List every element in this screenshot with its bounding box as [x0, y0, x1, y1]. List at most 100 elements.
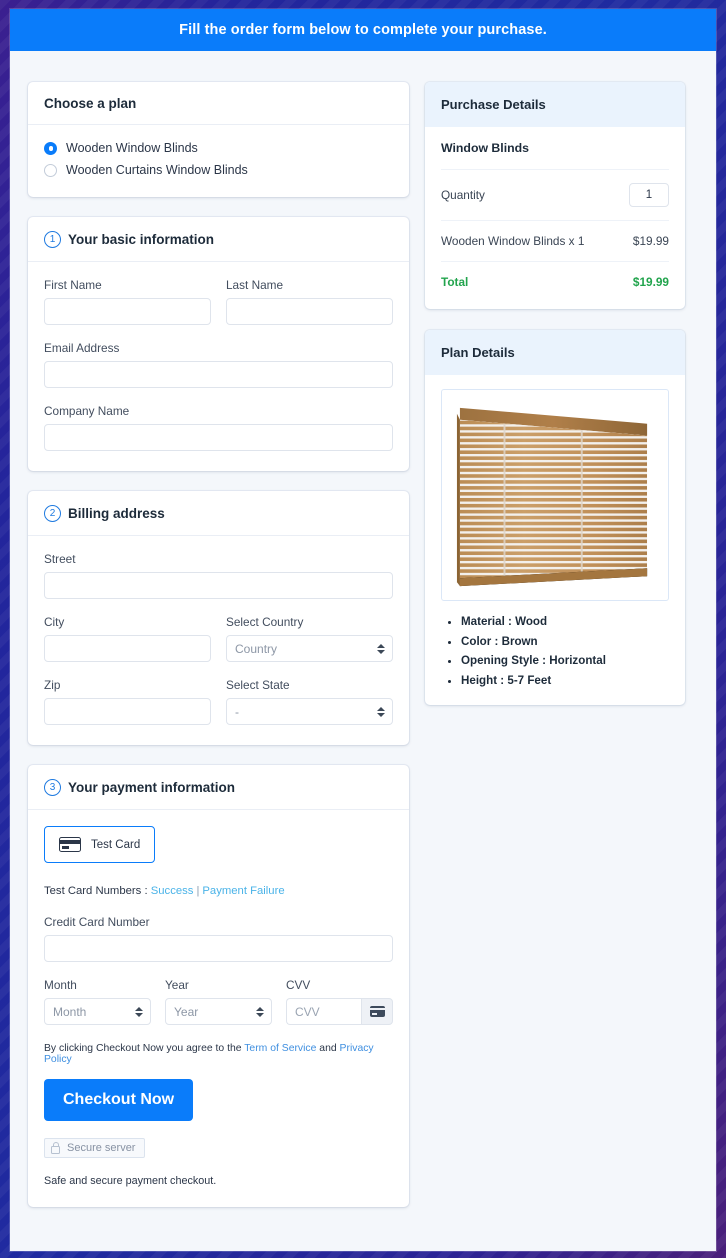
radio-icon-selected[interactable] [44, 141, 57, 155]
plan-option-label: Wooden Curtains Window Blinds [66, 163, 248, 177]
quantity-row: Quantity [441, 170, 669, 221]
year-select-wrapper[interactable]: Year [165, 998, 272, 1025]
choose-plan-header: Choose a plan [28, 82, 409, 125]
zip-label: Zip [44, 678, 61, 692]
last-name-input[interactable] [226, 298, 393, 325]
terms-and: and [316, 1043, 340, 1054]
plan-spec-item: Opening Style : Horizontal [461, 654, 669, 667]
page-banner: Fill the order form below to complete yo… [10, 9, 716, 51]
month-label: Month [44, 978, 77, 992]
choose-plan-body: Wooden Window Blinds Wooden Curtains Win… [28, 125, 409, 197]
billing-address-header: 2 Billing address [28, 491, 409, 536]
cvv-input[interactable] [286, 998, 361, 1025]
zip-state-row: Zip Select State - [44, 678, 393, 725]
country-select-value: Country [235, 641, 278, 656]
company-group: Company Name [44, 404, 393, 451]
email-input[interactable] [44, 361, 393, 388]
state-select[interactable]: - [226, 698, 393, 725]
chevron-updown-icon [377, 706, 385, 717]
total-label: Total [441, 275, 469, 289]
payment-information-card: 3 Your payment information Test Card Tes… [28, 765, 409, 1207]
content-area: Choose a plan Wooden Window Blinds Woode… [10, 51, 716, 1227]
last-name-label: Last Name [226, 278, 284, 292]
total-row: Total $19.99 [441, 262, 669, 291]
plan-spec-item: Material : Wood [461, 615, 669, 628]
credit-card-number-label: Credit Card Number [44, 915, 150, 929]
state-select-value: - [235, 704, 239, 719]
street-input[interactable] [44, 572, 393, 599]
payment-information-body: Test Card Test Card Numbers : Success | Pa… [28, 810, 409, 1207]
purchase-details-title: Purchase Details [441, 97, 546, 112]
plan-option-wooden-window-blinds[interactable]: Wooden Window Blinds [44, 141, 393, 155]
country-group: Select Country Country [226, 615, 393, 662]
plan-option-wooden-curtains-window-blinds[interactable]: Wooden Curtains Window Blinds [44, 163, 393, 177]
cvv-group: CVV [286, 978, 393, 1025]
left-column: Choose a plan Wooden Window Blinds Woode… [28, 82, 409, 1227]
terms-agreement-text: By clicking Checkout Now you agree to th… [44, 1043, 393, 1065]
payment-information-header: 3 Your payment information [28, 765, 409, 810]
quantity-label: Quantity [441, 188, 485, 202]
basic-information-title: Your basic information [68, 232, 215, 247]
product-name: Window Blinds [441, 141, 669, 170]
month-select-wrapper[interactable]: Month [44, 998, 151, 1025]
terms-prefix: By clicking Checkout Now you agree to th… [44, 1043, 245, 1054]
city-country-row: City Select Country Country [44, 615, 393, 662]
month-select-value: Month [53, 1004, 87, 1019]
radio-icon[interactable] [44, 163, 57, 177]
company-name-input[interactable] [44, 424, 393, 451]
country-select[interactable]: Country [226, 635, 393, 662]
year-select-value: Year [174, 1004, 199, 1019]
quantity-input[interactable] [629, 183, 669, 207]
cvv-input-wrapper [286, 998, 393, 1025]
term-of-service-link[interactable]: Term of Service [244, 1043, 316, 1054]
city-input[interactable] [44, 635, 211, 662]
test-card-success-link[interactable]: Success [151, 885, 194, 897]
chevron-updown-icon [256, 1006, 264, 1017]
credit-card-number-input[interactable] [44, 935, 393, 962]
plan-details-body: Material : Wood Color : Brown Opening St… [425, 375, 685, 705]
secure-server-label: Secure server [67, 1142, 136, 1154]
choose-plan-title: Choose a plan [44, 96, 137, 111]
basic-information-header: 1 Your basic information [28, 217, 409, 262]
page-container: Fill the order form below to complete yo… [10, 9, 716, 1251]
blind-left-edge [456, 413, 460, 587]
city-group: City [44, 615, 211, 662]
expiry-cvv-row: Month Month Year Year CVV CVV [44, 978, 393, 1025]
line-item-price: $19.99 [632, 234, 669, 248]
step-number-badge: 3 [44, 779, 61, 796]
secure-server-badge: Secure server [44, 1138, 146, 1158]
test-card-failure-link[interactable]: Payment Failure [202, 885, 284, 897]
year-label: Year [165, 978, 189, 992]
wooden-blinds-image [456, 407, 648, 587]
email-label: Email Address [44, 341, 120, 355]
first-name-input[interactable] [44, 298, 211, 325]
card-back-icon [369, 1006, 385, 1017]
select-country-label: Select Country [226, 615, 304, 629]
state-select-wrapper[interactable]: - [226, 698, 393, 725]
payment-information-title: Your payment information [68, 780, 236, 795]
name-row: First Name Last Name [44, 278, 393, 325]
banner-title: Fill the order form below to complete yo… [179, 22, 547, 38]
country-select-wrapper[interactable]: Country [226, 635, 393, 662]
credit-card-icon [59, 837, 81, 852]
plan-spec-item: Height : 5-7 Feet [461, 674, 669, 687]
line-item-row: Wooden Window Blinds x 1 $19.99 [441, 221, 669, 262]
basic-information-card: 1 Your basic information First Name Last… [28, 217, 409, 471]
street-label: Street [44, 552, 76, 566]
pipe-separator: | [196, 885, 200, 897]
billing-address-title: Billing address [68, 506, 165, 521]
cvv-hint-addon [361, 998, 393, 1025]
credit-card-number-group: Credit Card Number [44, 915, 393, 962]
checkout-now-button[interactable]: Checkout Now [44, 1079, 194, 1121]
test-card-numbers-prefix: Test Card Numbers : [44, 885, 151, 897]
test-card-numbers-row: Test Card Numbers : Success | Payment Fail… [44, 885, 393, 897]
select-state-label: Select State [226, 678, 290, 692]
plan-details-title: Plan Details [441, 345, 515, 360]
plan-option-label: Wooden Window Blinds [66, 141, 198, 155]
company-name-label: Company Name [44, 404, 130, 418]
chevron-updown-icon [377, 643, 385, 654]
zip-input[interactable] [44, 698, 211, 725]
plan-spec-item: Color : Brown [461, 635, 669, 648]
test-card-tab-label: Test Card [91, 838, 141, 851]
test-card-tab[interactable]: Test Card [44, 826, 156, 863]
